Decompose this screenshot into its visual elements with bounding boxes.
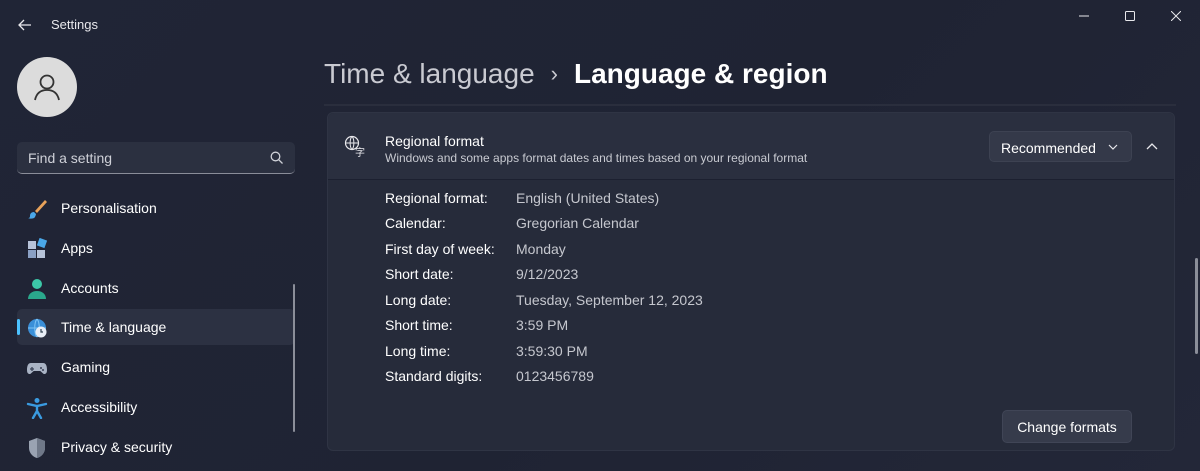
detail-row: Short time: 3:59 PM: [385, 317, 785, 337]
svg-text:字: 字: [355, 146, 365, 157]
detail-value: Tuesday, September 12, 2023: [516, 292, 703, 308]
regional-format-icon: 字: [344, 135, 365, 157]
detail-row: Long time: 3:59:30 PM: [385, 343, 785, 363]
user-icon: [34, 74, 60, 101]
collapse-button[interactable]: [1138, 131, 1166, 161]
settings-window: Settings Find a setting Personalisation …: [0, 0, 1200, 471]
apps-icon: [28, 238, 48, 258]
chevron-up-icon: [1146, 143, 1158, 150]
detail-value: Gregorian Calendar: [516, 215, 639, 231]
detail-value: 3:59 PM: [516, 317, 569, 333]
detail-row: Short date: 9/12/2023: [385, 266, 785, 286]
sidebar-item-label: Apps: [61, 240, 93, 256]
sidebar-item-label: Personalisation: [61, 200, 157, 216]
sidebar-item-gaming[interactable]: Gaming: [17, 349, 295, 385]
change-formats-button[interactable]: Change formats: [1002, 410, 1132, 443]
detail-row: First day of week: Monday: [385, 241, 785, 261]
detail-value: 3:59:30 PM: [516, 343, 588, 359]
chevron-down-icon: [1108, 144, 1118, 150]
minimize-button[interactable]: [1061, 0, 1107, 32]
detail-row: Long date: Tuesday, September 12, 2023: [385, 292, 785, 312]
detail-key: Calendar:: [385, 215, 446, 231]
breadcrumb-parent[interactable]: Time & language: [324, 58, 535, 90]
regional-format-card: 字 Regional format Windows and some apps …: [327, 112, 1175, 451]
detail-key: Long time:: [385, 343, 451, 359]
accessibility-icon: [26, 398, 48, 419]
sidebar-item-label: Gaming: [61, 359, 111, 375]
sidebar-item-accounts[interactable]: Accounts: [17, 270, 295, 306]
detail-key: Long date:: [385, 292, 452, 308]
minimize-icon: [1079, 15, 1089, 17]
sidebar-item-label: Privacy & security: [61, 439, 173, 455]
section-divider: [324, 104, 1176, 106]
search-icon[interactable]: [270, 151, 284, 165]
sidebar-item-personalisation[interactable]: Personalisation: [17, 190, 295, 226]
page-title: Language & region: [573, 58, 828, 89]
globe-clock-icon: [28, 318, 47, 338]
detail-key: Regional format:: [385, 190, 488, 206]
detail-key: Standard digits:: [385, 368, 483, 384]
regional-format-title: Regional format: [385, 133, 484, 149]
detail-row: Standard digits: 0123456789: [385, 368, 785, 388]
close-icon: [1171, 11, 1181, 21]
detail-row: Calendar: Gregorian Calendar: [385, 215, 785, 235]
paintbrush-icon: [28, 200, 47, 219]
search-input[interactable]: Find a setting: [28, 150, 112, 166]
detail-key: Short time:: [385, 317, 453, 333]
detail-key: Short date:: [385, 266, 454, 282]
arrow-left-icon: [18, 19, 31, 31]
detail-key: First day of week:: [385, 241, 495, 257]
accounts-icon: [28, 279, 46, 299]
shield-icon: [29, 438, 45, 458]
app-title: Settings: [51, 17, 98, 32]
sidebar-item-label: Time & language: [61, 319, 167, 335]
gamepad-icon: [27, 363, 47, 374]
breadcrumb-separator: ›: [550, 61, 558, 86]
detail-value: 0123456789: [516, 368, 594, 384]
regional-format-description: Windows and some apps format dates and t…: [385, 151, 808, 165]
title-bar: Settings: [0, 0, 1200, 48]
active-indicator: [17, 319, 20, 335]
main-scrollbar[interactable]: [1195, 258, 1198, 354]
sidebar-item-label: Accounts: [61, 280, 119, 296]
detail-value: 9/12/2023: [516, 266, 579, 282]
maximize-icon: [1125, 11, 1135, 21]
dropdown-value: Recommended: [1001, 140, 1096, 156]
detail-value: English (United States): [516, 190, 660, 206]
sidebar-item-accessibility[interactable]: Accessibility: [17, 389, 295, 425]
sidebar-item-privacy-security[interactable]: Privacy & security: [17, 429, 295, 465]
sidebar-item-label: Accessibility: [61, 399, 138, 415]
search-box[interactable]: Find a setting: [17, 142, 295, 174]
back-button[interactable]: [10, 10, 40, 40]
detail-value: Monday: [516, 241, 566, 257]
breadcrumb: Time & language › Language & region: [324, 58, 828, 90]
maximize-button[interactable]: [1107, 0, 1153, 32]
sidebar-item-apps[interactable]: Apps: [17, 230, 295, 266]
sidebar-item-time-language[interactable]: Time & language: [17, 309, 295, 345]
regional-format-header[interactable]: 字 Regional format Windows and some apps …: [328, 113, 1174, 180]
avatar[interactable]: [17, 57, 77, 117]
detail-row: Regional format: English (United States): [385, 190, 785, 210]
regional-format-dropdown[interactable]: Recommended: [989, 131, 1132, 162]
sidebar-scrollbar[interactable]: [293, 284, 295, 432]
close-button[interactable]: [1153, 0, 1199, 32]
